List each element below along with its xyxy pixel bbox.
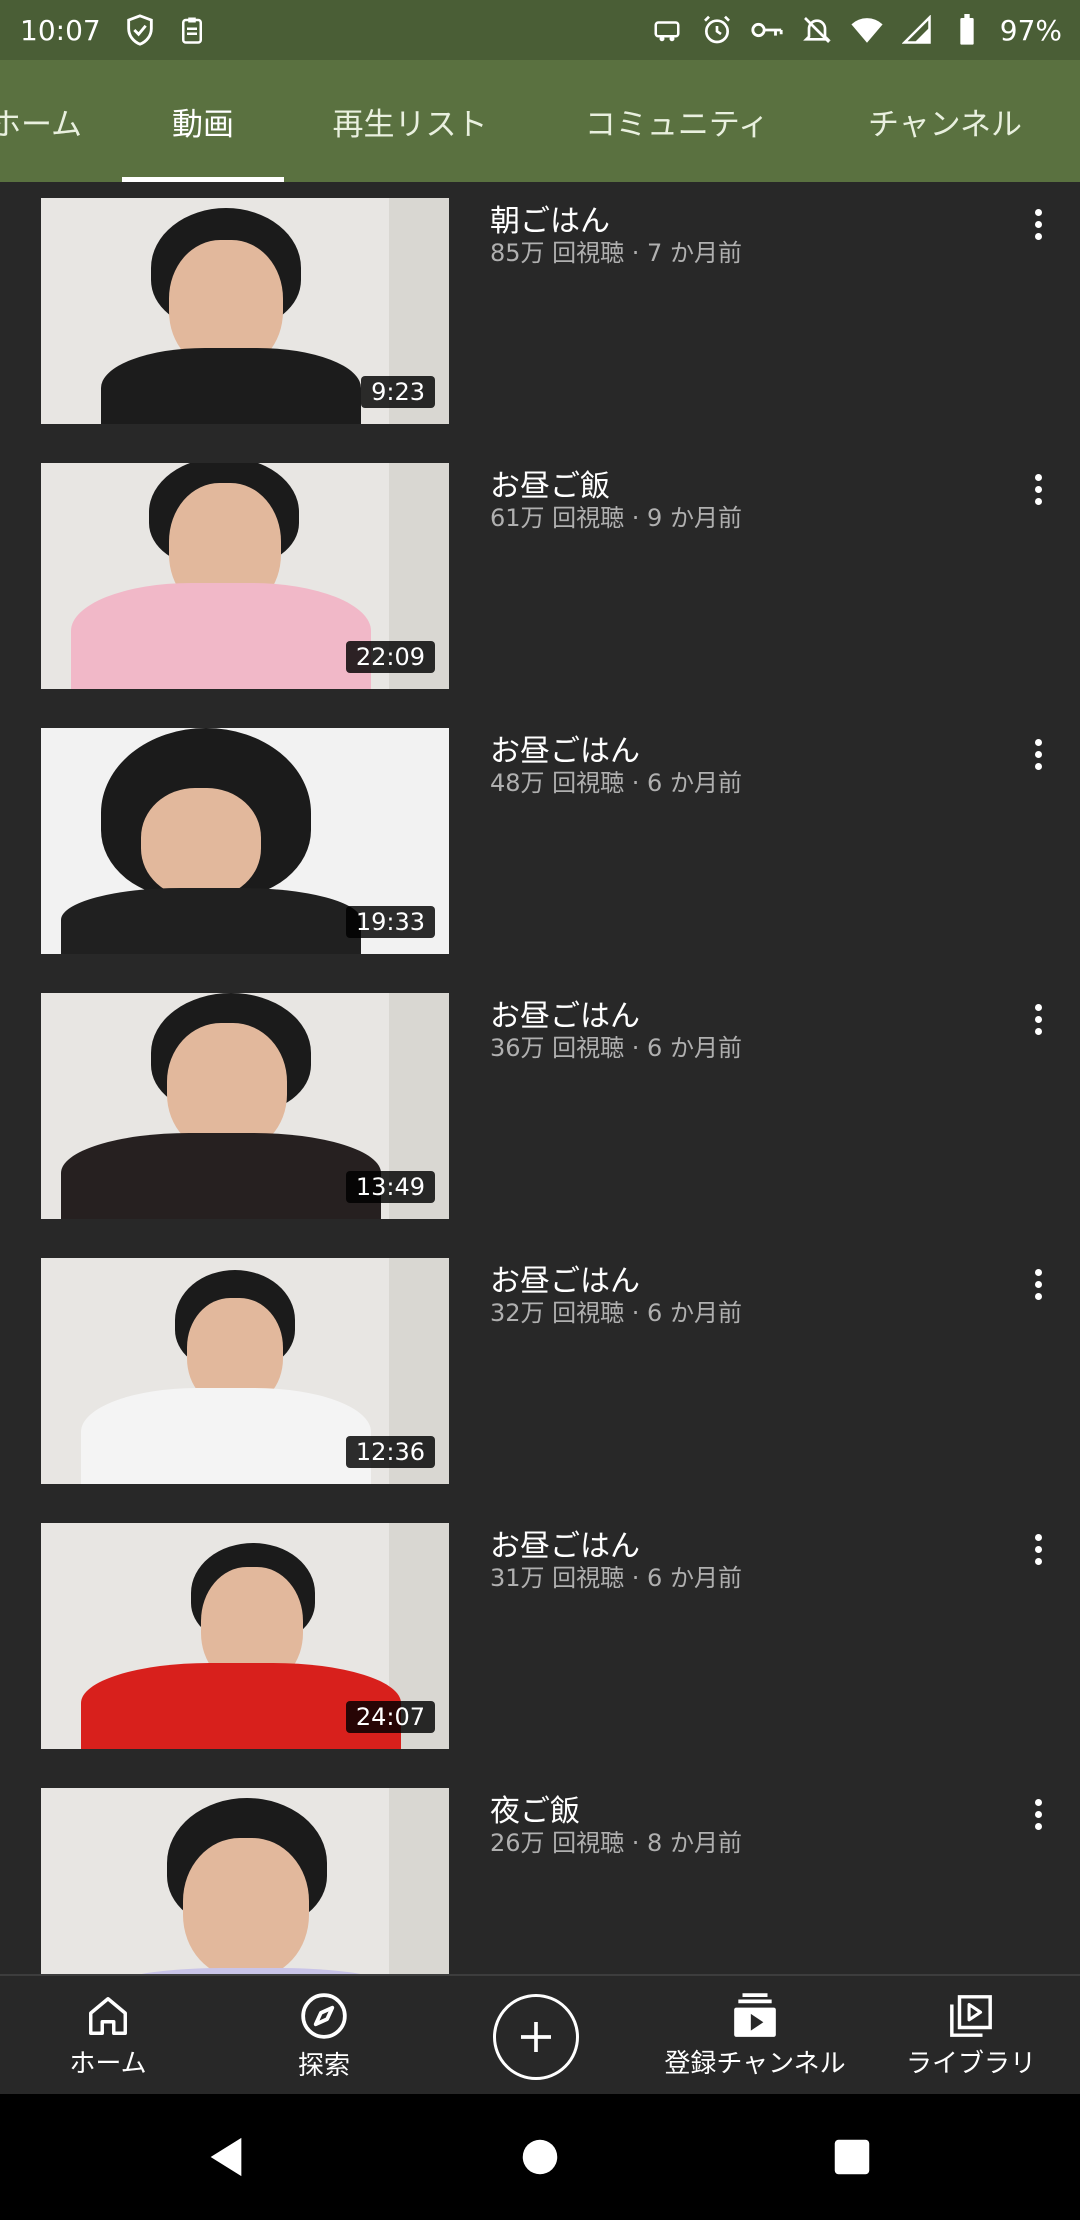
video-thumbnail[interactable]: 9:23 [41, 198, 449, 424]
more-options-icon[interactable] [1020, 469, 1056, 509]
nav-home-label: ホーム [69, 2048, 147, 2079]
video-duration: 12:36 [345, 1436, 435, 1468]
more-options-icon[interactable] [1020, 1794, 1056, 1834]
tab-channels[interactable]: チャンネル [860, 60, 1030, 182]
recents-icon[interactable] [832, 2134, 872, 2180]
video-thumbnail[interactable]: 19:33 [41, 728, 449, 954]
video-list: 9:23 朝ごはん 85万 回視聴 · 7 か月前 22:09 お昼ご飯 61万… [0, 182, 1080, 1974]
vpn-key-icon [750, 13, 784, 47]
tab-community[interactable]: コミュニティ [572, 60, 782, 182]
status-bar: 10:07 97% [0, 0, 1080, 60]
explore-icon [301, 1992, 347, 2039]
nav-subscriptions[interactable]: 登録チャンネル [650, 1976, 860, 2096]
video-meta: 61万 回視聴 · 9 か月前 [490, 504, 742, 532]
system-navigation-bar [0, 2094, 1080, 2220]
video-item[interactable]: 24:07 お昼ごはん 31万 回視聴 · 6 か月前 [0, 1507, 1080, 1772]
video-meta: 31万 回視聴 · 6 か月前 [490, 1564, 742, 1592]
video-meta: 85万 回視聴 · 7 か月前 [490, 239, 742, 267]
video-thumbnail[interactable]: 13:49 [41, 993, 449, 1219]
status-time: 10:07 [20, 13, 101, 47]
more-options-icon[interactable] [1020, 734, 1056, 774]
more-options-icon[interactable] [1020, 999, 1056, 1039]
add-icon [521, 2022, 551, 2052]
video-thumbnail[interactable]: 12:36 [41, 1258, 449, 1484]
video-item[interactable]: 夜ご飯 26万 回視聴 · 8 か月前 [0, 1772, 1080, 1974]
video-thumbnail[interactable]: 22:09 [41, 463, 449, 689]
library-icon [950, 1994, 992, 2037]
shield-check-icon [123, 13, 157, 47]
video-item[interactable]: 22:09 お昼ご飯 61万 回視聴 · 9 か月前 [0, 447, 1080, 712]
video-thumbnail[interactable] [41, 1788, 449, 1974]
nav-library-label: ライブラリ [905, 2048, 1036, 2079]
nav-library[interactable]: ライブラリ [898, 1976, 1044, 2096]
more-options-icon[interactable] [1020, 1264, 1056, 1304]
nav-explore[interactable]: 探索 [264, 1976, 384, 2096]
video-meta: 36万 回視聴 · 6 か月前 [490, 1034, 742, 1062]
video-item[interactable]: 13:49 お昼ごはん 36万 回視聴 · 6 か月前 [0, 977, 1080, 1242]
video-item[interactable]: 12:36 お昼ごはん 32万 回視聴 · 6 か月前 [0, 1242, 1080, 1507]
nav-explore-label: 探索 [297, 2050, 350, 2081]
cast-device-icon [650, 13, 684, 47]
video-item[interactable]: 9:23 朝ごはん 85万 回視聴 · 7 か月前 [0, 182, 1080, 447]
video-duration: 9:23 [361, 376, 435, 408]
tab-videos[interactable]: 動画 [122, 60, 284, 182]
channel-tabs: ホーム 動画 再生リスト コミュニティ チャンネル [0, 60, 1080, 182]
bottom-navigation: ホーム 探索 登録チャンネル ライブラリ [0, 1974, 1080, 2096]
wifi-icon [850, 13, 884, 47]
back-icon[interactable] [206, 2134, 246, 2180]
home-circle-icon[interactable] [520, 2134, 560, 2180]
more-options-icon[interactable] [1020, 1529, 1056, 1569]
video-duration: 13:49 [345, 1171, 435, 1203]
more-options-icon[interactable] [1020, 204, 1056, 244]
video-duration: 22:09 [345, 641, 435, 673]
alarm-icon [700, 13, 734, 47]
battery-icon [950, 13, 984, 47]
video-meta: 32万 回視聴 · 6 か月前 [490, 1299, 742, 1327]
add-button[interactable] [493, 1994, 579, 2080]
video-meta: 26万 回視聴 · 8 か月前 [490, 1829, 742, 1857]
nav-subscriptions-label: 登録チャンネル [664, 2048, 846, 2079]
home-icon [89, 1996, 127, 2035]
video-item[interactable]: 19:33 お昼ごはん 48万 回視聴 · 6 か月前 [0, 712, 1080, 977]
subscriptions-icon [734, 1992, 776, 2037]
video-thumbnail[interactable]: 24:07 [41, 1523, 449, 1749]
video-duration: 24:07 [345, 1701, 435, 1733]
signal-icon [900, 13, 934, 47]
tab-home[interactable]: ホーム [0, 60, 86, 182]
clipboard-icon [175, 13, 209, 47]
video-duration: 19:33 [345, 906, 435, 938]
nav-home[interactable]: ホーム [48, 1976, 168, 2096]
battery-level: 97% [999, 13, 1062, 47]
tab-playlists[interactable]: 再生リスト [320, 60, 500, 182]
notifications-off-icon [800, 13, 834, 47]
video-meta: 48万 回視聴 · 6 か月前 [490, 769, 742, 797]
